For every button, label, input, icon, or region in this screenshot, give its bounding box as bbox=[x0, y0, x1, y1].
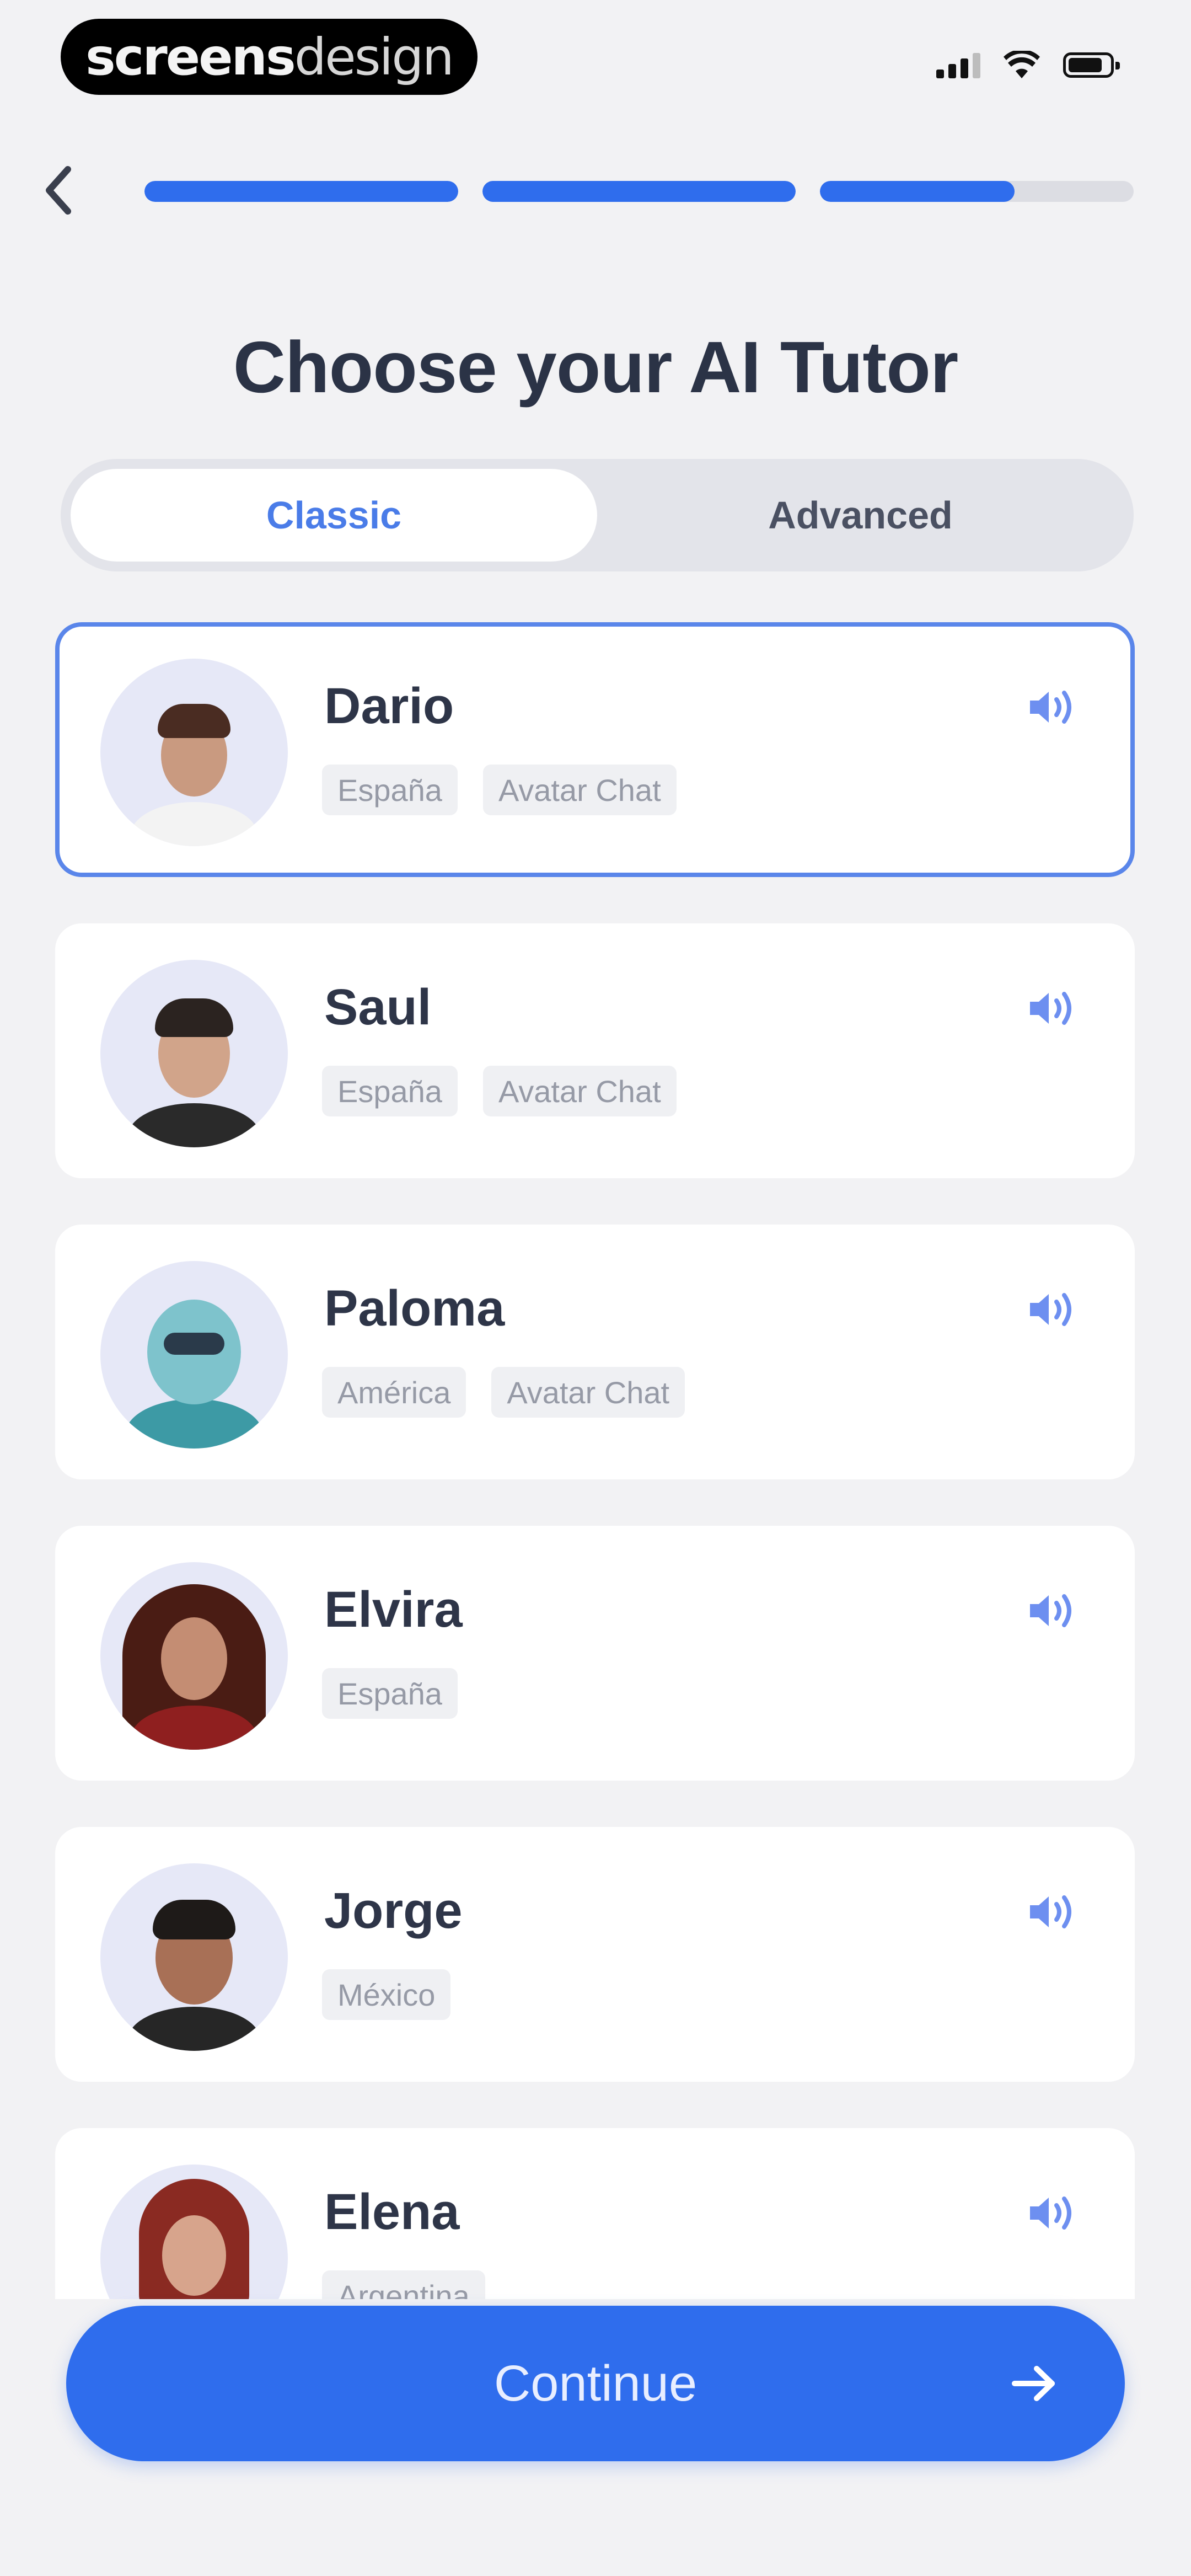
tutor-tags: América Avatar Chat bbox=[322, 1367, 685, 1418]
progress-segment bbox=[820, 181, 1134, 202]
progress-fill bbox=[482, 181, 796, 202]
tag-feature: Avatar Chat bbox=[482, 765, 677, 815]
tutor-card-elvira[interactable]: Elvira España bbox=[55, 1526, 1135, 1781]
avatar bbox=[100, 1562, 288, 1750]
tag-region: España bbox=[322, 1668, 458, 1719]
tutor-name: Elvira bbox=[324, 1581, 463, 1638]
tag-feature: Avatar Chat bbox=[482, 1066, 677, 1116]
speaker-icon[interactable] bbox=[1027, 1889, 1080, 1935]
arrow-right-icon bbox=[1012, 2366, 1055, 2401]
tag-region: Argentina bbox=[322, 2270, 485, 2299]
tutor-tags: España Avatar Chat bbox=[322, 765, 677, 815]
avatar bbox=[100, 1863, 288, 2051]
tag-region: España bbox=[322, 1066, 458, 1116]
onboarding-progress bbox=[144, 181, 1134, 204]
tag-region: España bbox=[322, 765, 458, 815]
screen: screens design Choose your AI Tutor Class… bbox=[0, 0, 1191, 2576]
tutor-card-jorge[interactable]: Jorge México bbox=[55, 1827, 1135, 2082]
wifi-icon bbox=[1004, 51, 1040, 78]
tutor-card-saul[interactable]: Saul España Avatar Chat bbox=[55, 923, 1135, 1178]
tutor-tags: México bbox=[322, 1969, 451, 2020]
brand-text-part1: screens bbox=[85, 27, 296, 87]
brand-watermark: screens design bbox=[61, 19, 478, 95]
speaker-icon[interactable] bbox=[1027, 2190, 1080, 2236]
tutor-name: Saul bbox=[324, 979, 432, 1035]
tutor-name: Dario bbox=[324, 678, 454, 734]
progress-fill bbox=[820, 181, 1015, 202]
tutor-name: Paloma bbox=[324, 1280, 505, 1337]
continue-button[interactable]: Continue bbox=[66, 2306, 1125, 2461]
tutor-card-elena[interactable]: Elena Argentina bbox=[55, 2128, 1135, 2299]
tutor-tags: España bbox=[322, 1668, 458, 1719]
tag-region: México bbox=[322, 1969, 451, 2020]
chevron-left-icon bbox=[46, 166, 71, 215]
tutor-tags: Argentina bbox=[322, 2270, 485, 2299]
tutor-card-paloma[interactable]: Paloma América Avatar Chat bbox=[55, 1225, 1135, 1479]
avatar bbox=[100, 2165, 288, 2299]
speaker-icon[interactable] bbox=[1027, 684, 1080, 730]
progress-fill bbox=[144, 181, 458, 202]
tutor-type-toggle: Classic Advanced bbox=[61, 459, 1134, 571]
progress-segment bbox=[144, 181, 458, 202]
cellular-signal-icon bbox=[936, 52, 980, 78]
progress-segment bbox=[482, 181, 796, 202]
brand-text-part2: design bbox=[294, 27, 454, 87]
speaker-icon[interactable] bbox=[1027, 1286, 1080, 1333]
tutor-tags: España Avatar Chat bbox=[322, 1066, 677, 1116]
back-button[interactable] bbox=[33, 160, 83, 221]
status-icons bbox=[936, 51, 1120, 79]
tab-classic[interactable]: Classic bbox=[71, 469, 597, 562]
page-title: Choose your AI Tutor bbox=[233, 327, 959, 408]
tag-feature: Avatar Chat bbox=[491, 1367, 685, 1418]
tab-advanced[interactable]: Advanced bbox=[597, 469, 1124, 562]
tag-region: América bbox=[322, 1367, 466, 1418]
avatar bbox=[100, 960, 288, 1147]
tutor-list: Dario España Avatar Chat Saul España Ava… bbox=[55, 622, 1135, 2299]
tutor-card-dario[interactable]: Dario España Avatar Chat bbox=[55, 622, 1135, 877]
speaker-icon[interactable] bbox=[1027, 985, 1080, 1032]
continue-label: Continue bbox=[493, 2355, 698, 2412]
tutor-name: Jorge bbox=[324, 1883, 463, 1939]
tutor-name: Elena bbox=[324, 2184, 460, 2240]
battery-icon bbox=[1063, 52, 1120, 78]
speaker-icon[interactable] bbox=[1027, 1588, 1080, 1634]
avatar bbox=[100, 1261, 288, 1449]
avatar bbox=[100, 659, 288, 846]
